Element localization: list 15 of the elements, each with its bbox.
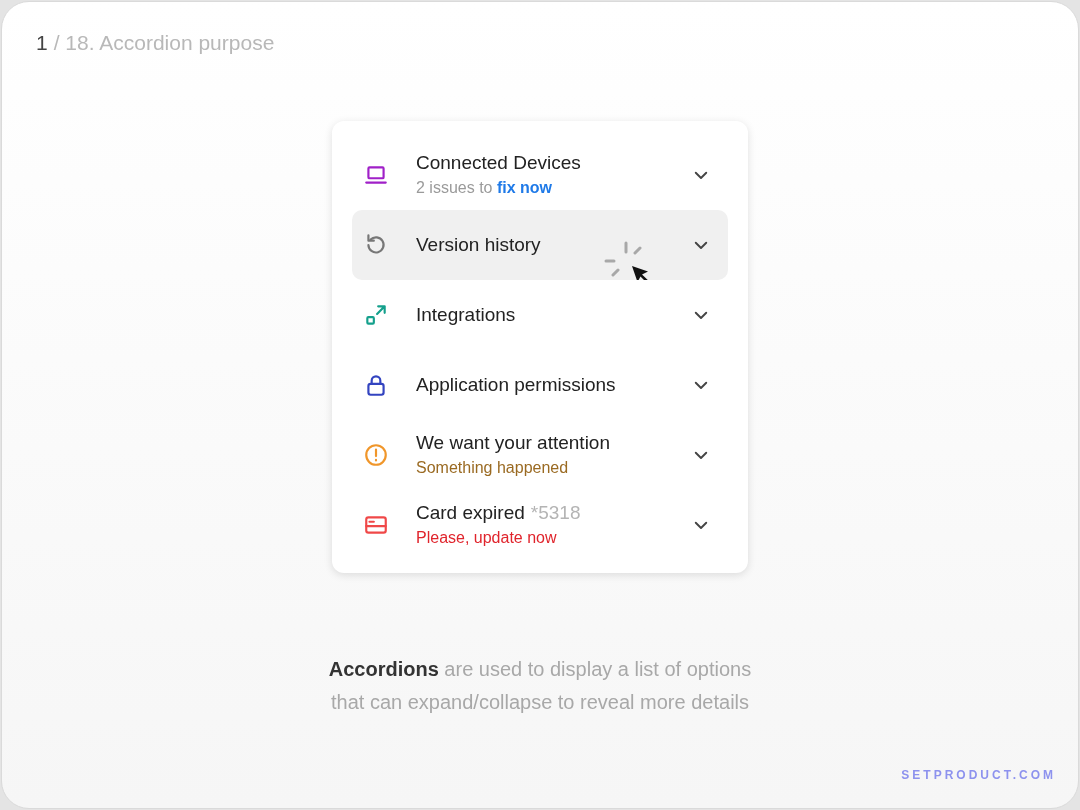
item-title: Card expired [416,500,525,525]
item-title: Integrations [416,302,516,327]
item-title: Connected Devices [416,150,581,175]
item-title: We want your attention [416,430,610,455]
item-title: Version history [416,232,541,257]
caption-text: that can expand/collapse to reveal more details [331,689,749,715]
item-subtitle: 2 issues to fix now [416,177,554,198]
item-subtitle: Please, update now [416,527,558,548]
item-title: Application permissions [416,372,616,397]
card-number: *5318 [530,500,581,525]
item-subtitle: Something happened [416,457,570,478]
page-number: 1 [36,30,48,56]
page-title: / 18. Accordion purpose [53,30,275,56]
accordion-item[interactable]: Version history [352,209,728,280]
caption-text: Accordions are used to display a list of options [328,656,752,682]
